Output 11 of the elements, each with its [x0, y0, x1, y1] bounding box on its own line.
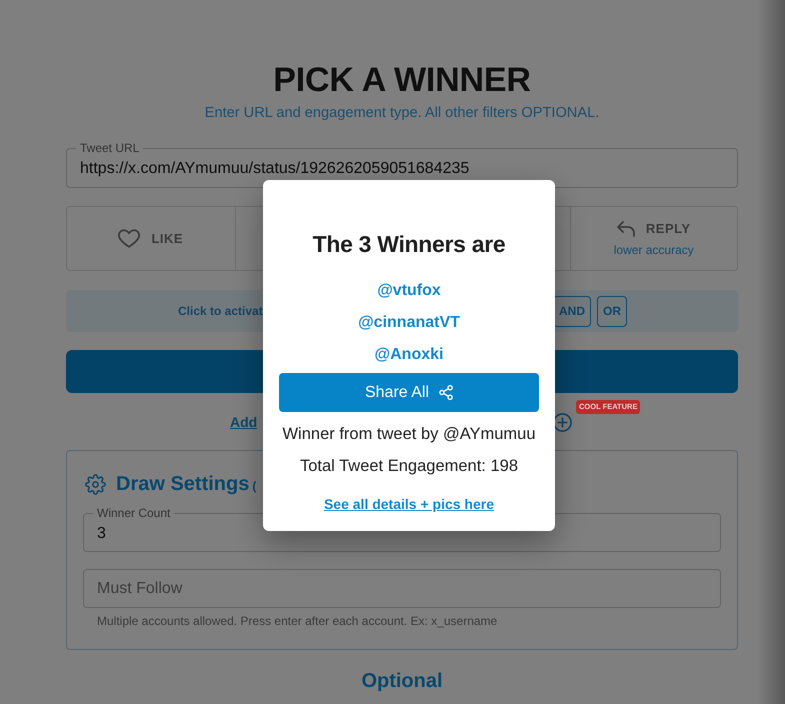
page-title: PICK A WINNER: [273, 60, 531, 100]
dialog-title: The 3 Winners are: [312, 230, 506, 258]
engagement-total-text: Total Tweet Engagement: 198: [300, 456, 518, 476]
section-title: Optional: [361, 669, 443, 693]
tab-note: lower accuracy: [614, 242, 694, 256]
helper-text: Multiple accounts allowed. Press enter after each account. Ex: x_username: [97, 614, 498, 628]
filter-hint-text: Click to activat: [178, 304, 263, 318]
page-subtitle: Enter URL and engagement type. All other filters OPTIONAL.: [204, 104, 600, 122]
tweet-author-text: Winner from tweet by @AYmumuu: [282, 424, 536, 444]
settings-title: Draw Settings: [116, 472, 250, 496]
settings-title-note: (: [252, 479, 256, 493]
